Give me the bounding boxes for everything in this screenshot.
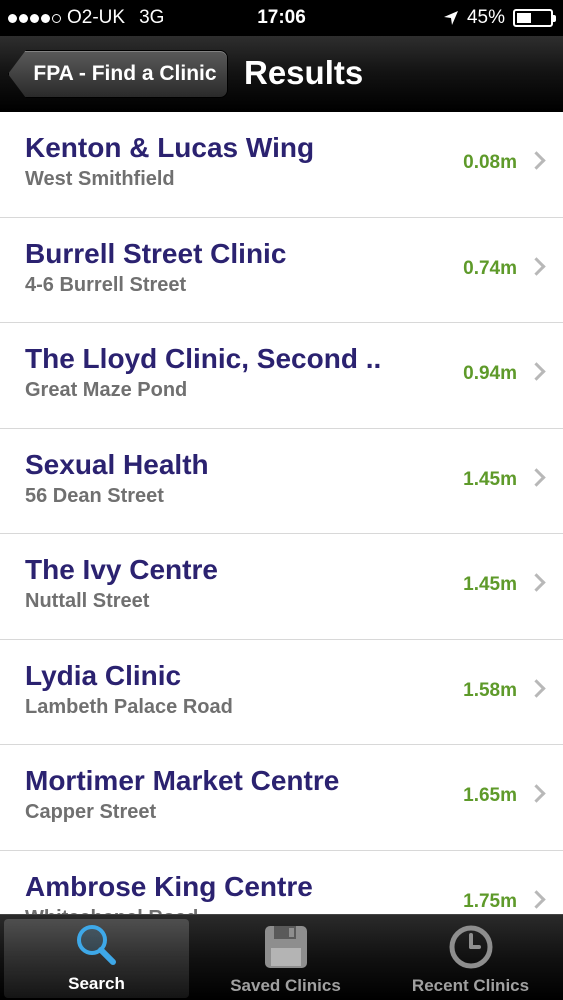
- clinic-distance: 0.08m: [463, 152, 517, 173]
- clinic-name: Sexual Health: [25, 448, 209, 480]
- clock-icon: [449, 925, 492, 969]
- clinic-name: Ambrose King Centre: [25, 870, 313, 902]
- clinic-address: Capper Street: [25, 801, 157, 823]
- clinic-name: Lydia Clinic: [25, 659, 182, 691]
- status-bar: O2-UK 3G 17:06 45%: [0, 0, 563, 36]
- clinic-name: Kenton & Lucas Wing: [25, 132, 315, 163]
- chevron-right-icon: [527, 151, 546, 170]
- clinic-row[interactable]: Ambrose King Centre Whitechapel Road 1.75m: [0, 850, 563, 915]
- chevron-right-icon: [527, 573, 546, 592]
- clinic-row[interactable]: Mortimer Market Centre Capper Street 1.65m: [0, 745, 563, 851]
- page-title: Results: [244, 54, 364, 91]
- navigation-bar: FPA - Find a Clinic Results: [0, 36, 563, 112]
- tab-search[interactable]: Search: [4, 919, 189, 998]
- clinic-row[interactable]: The Lloyd Clinic, Second .. Great Maze Po…: [0, 323, 563, 429]
- clinic-address: Nuttall Street: [25, 590, 150, 612]
- tab-saved-clinics-label: Saved Clinics: [230, 976, 341, 995]
- tab-recent-clinics-label: Recent Clinics: [411, 976, 530, 995]
- battery-icon: [513, 9, 556, 27]
- results-list[interactable]: Kenton & Lucas Wing West Smithfield 0.08m B…: [0, 112, 563, 914]
- chevron-right-icon: [527, 467, 546, 487]
- floppy-disk-icon: [264, 926, 307, 968]
- clinic-row[interactable]: Sexual Health 56 Dean Street 1.45m: [0, 428, 563, 534]
- chevron-right-icon: [527, 256, 546, 276]
- clinic-name: The Ivy Centre: [25, 554, 218, 585]
- clinic-address: Great Maze Pond: [25, 379, 188, 401]
- clinic-name: Mortimer Market Centre: [25, 765, 340, 796]
- clinic-row[interactable]: Lydia Clinic Lambeth Palace Road 1.58m: [0, 639, 563, 745]
- chevron-right-icon: [527, 784, 546, 803]
- tab-search-label: Search: [68, 974, 125, 993]
- clinic-distance: 1.75m: [463, 890, 517, 912]
- chevron-right-icon: [527, 362, 546, 381]
- status-right: 45%: [443, 7, 556, 29]
- clinic-name: Burrell Street Clinic: [25, 237, 287, 269]
- battery-percent: 45%: [466, 7, 505, 28]
- clinic-distance: 0.74m: [463, 257, 517, 279]
- clinic-address: Lambeth Palace Road: [25, 695, 233, 718]
- clinic-row[interactable]: The Ivy Centre Nuttall Street 1.45m: [0, 534, 563, 640]
- clinic-address: 4-6 Burrell Street: [25, 273, 187, 296]
- clinic-name: The Lloyd Clinic, Second ..: [25, 343, 382, 374]
- clinic-address: West Smithfield: [25, 168, 175, 190]
- clinic-distance: 1.58m: [463, 679, 517, 701]
- clinic-address: 56 Dean Street: [25, 484, 164, 507]
- clinic-distance: 1.65m: [463, 785, 517, 806]
- clinic-address: Whitechapel Road: [25, 907, 198, 915]
- location-arrow-icon: [443, 11, 458, 25]
- tab-bar: Search Saved Clinics Recent Clinics: [0, 914, 563, 1000]
- magnifier-icon: [76, 925, 116, 965]
- chevron-right-icon: [527, 889, 546, 909]
- chevron-right-icon: [527, 678, 546, 698]
- clinic-distance: 1.45m: [463, 574, 517, 595]
- back-button[interactable]: FPA - Find a Clinic: [8, 50, 228, 98]
- tab-recent-clinics[interactable]: Recent Clinics: [378, 915, 563, 1000]
- clinic-row[interactable]: Kenton & Lucas Wing West Smithfield 0.08m: [0, 112, 563, 218]
- clinic-distance: 1.45m: [463, 468, 517, 490]
- tab-saved-clinics[interactable]: Saved Clinics: [193, 915, 378, 1000]
- clinic-row[interactable]: Burrell Street Clinic 4-6 Burrell Street 0…: [0, 217, 563, 323]
- clinic-distance: 0.94m: [463, 363, 517, 384]
